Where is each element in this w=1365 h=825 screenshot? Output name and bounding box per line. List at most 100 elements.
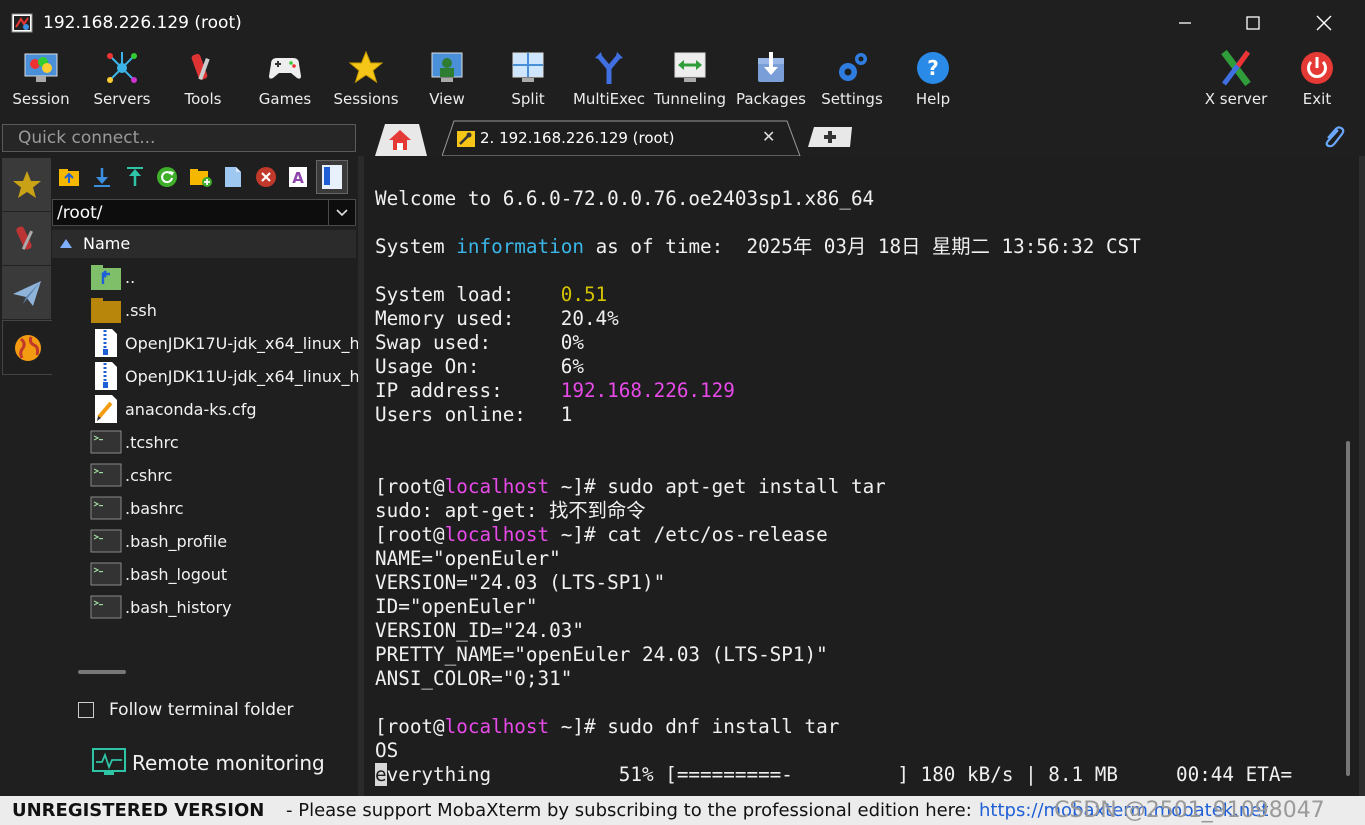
session-tab-close-icon[interactable]: ✕ — [762, 127, 775, 146]
xserver-icon — [1221, 50, 1251, 86]
terminal-line: NAME="openEuler" — [375, 547, 561, 570]
maximize-button[interactable] — [1223, 6, 1283, 40]
terminal-script-icon — [90, 463, 122, 487]
toolbar-xserver-button[interactable]: X server — [1195, 46, 1277, 118]
file-row[interactable]: .cshrc — [90, 459, 358, 491]
terminal-right-gutter — [1359, 156, 1365, 796]
terminal-line: ID="openEuler" — [375, 595, 538, 618]
remote-monitoring-button[interactable]: Remote monitoring — [92, 748, 325, 782]
toolbar-multiexec-button[interactable]: MultiExec — [568, 46, 650, 118]
quick-connect-input[interactable]: Quick connect... — [2, 124, 356, 152]
sidebar-tab-sessions[interactable] — [2, 158, 51, 212]
file-row[interactable]: .ssh — [90, 294, 358, 326]
toolbar-view-button[interactable]: View — [406, 46, 488, 118]
file-row[interactable]: .bash_history — [90, 591, 358, 623]
stat-value: 192.168.226.129 — [560, 379, 735, 402]
toolbar-split-button[interactable]: Split — [487, 46, 569, 118]
toolbar-settings-label: Settings — [821, 90, 883, 108]
session-icon — [24, 53, 58, 82]
delete-icon[interactable] — [255, 166, 277, 188]
new-folder-icon[interactable] — [189, 166, 213, 188]
sidebar-tab-tools[interactable] — [2, 212, 51, 266]
file-row[interactable]: OpenJDK11U-jdk_x64_linux_hot — [90, 360, 358, 392]
toolbar-servers-button[interactable]: Servers — [81, 46, 163, 118]
packages-icon — [758, 52, 784, 82]
name-column-header[interactable]: Name — [52, 230, 356, 258]
terminal-scrollbar[interactable] — [1346, 441, 1350, 776]
horizontal-scrollbar[interactable] — [78, 670, 126, 674]
sidebar-tab-sftp[interactable] — [2, 320, 53, 375]
minimize-button[interactable] — [1155, 6, 1215, 40]
home-tab[interactable] — [367, 122, 427, 156]
chevron-down-icon[interactable] — [328, 200, 355, 225]
toolbar-multiexec-label: MultiExec — [572, 90, 646, 108]
text-file-icon — [95, 395, 117, 423]
terminal-line: Memory used: 20.4% — [375, 307, 619, 331]
terminal-script-icon — [90, 529, 122, 553]
path-combobox[interactable]: /root/ — [52, 199, 356, 226]
new-tab-button[interactable] — [806, 126, 854, 148]
sort-ascending-icon — [60, 239, 72, 248]
download-icon[interactable] — [91, 166, 113, 188]
file-row[interactable]: .bash_logout — [90, 558, 358, 590]
terminal-line: sudo: apt-get: 找不到命令 — [375, 499, 646, 522]
toolbar-help-button[interactable]: ? Help — [892, 46, 974, 118]
upload-icon[interactable] — [124, 166, 146, 188]
settings-icon — [839, 53, 867, 81]
split-icon — [512, 52, 544, 82]
file-name: anaconda-ks.cfg — [125, 400, 257, 419]
file-row[interactable]: .. — [90, 261, 358, 293]
file-row[interactable]: anaconda-ks.cfg — [90, 393, 358, 425]
file-name: .bashrc — [125, 499, 184, 518]
terminal-line: Swap used: 0% — [375, 331, 584, 355]
svg-text:A: A — [292, 169, 304, 187]
games-icon — [269, 58, 301, 79]
checkbox-box[interactable] — [78, 702, 94, 718]
stat-label: System load: — [375, 283, 561, 306]
toolbar-tunneling-label: Tunneling — [654, 90, 726, 108]
toolbar-tools-label: Tools — [184, 90, 222, 108]
stat-value: 1 — [560, 403, 573, 426]
toolbar-sessions-button[interactable]: Sessions — [325, 46, 407, 118]
new-file-icon[interactable] — [223, 166, 243, 188]
parent-folder-icon[interactable] — [58, 166, 80, 188]
prompt-part: ~]# — [549, 523, 608, 546]
session-tab[interactable]: 2. 192.168.226.129 (root) ✕ — [442, 120, 802, 156]
terminal-view[interactable]: Welcome to 6.6.0-72.0.0.76.oe2403sp1.x86… — [364, 156, 1365, 796]
stat-value: 6% — [560, 355, 584, 378]
rename-icon[interactable]: A — [288, 166, 308, 188]
close-window-button[interactable] — [1294, 6, 1354, 40]
toolbar-tunneling-button[interactable]: Tunneling — [649, 46, 731, 118]
file-name: .bash_history — [125, 598, 232, 617]
toolbar-settings-button[interactable]: Settings — [811, 46, 893, 118]
status-bar: UNREGISTERED VERSION - Please support Mo… — [0, 796, 1365, 825]
file-row[interactable]: .bash_profile — [90, 525, 358, 557]
toolbar-session-button[interactable]: Session — [0, 46, 82, 118]
sidebar-tab-macros[interactable] — [2, 266, 51, 320]
prompt-part: [root@ — [375, 715, 445, 738]
file-row[interactable]: .bashrc — [90, 492, 358, 524]
file-row[interactable]: .tcshrc — [90, 426, 358, 458]
toolbar-packages-button[interactable]: Packages — [730, 46, 812, 118]
toolbar-tools-button[interactable]: Tools — [162, 46, 244, 118]
prompt-part: ~]# — [549, 715, 608, 738]
stat-value: 0.51 — [560, 283, 608, 306]
minimize-icon — [1179, 22, 1191, 24]
attach-paperclip-icon[interactable] — [1320, 124, 1346, 150]
window-title: 192.168.226.129 (root) — [43, 13, 242, 33]
stat-label: Swap used: — [375, 331, 561, 354]
toolbar-exit-button[interactable]: Exit — [1276, 46, 1358, 118]
text-span: as of time: 2025年 03月 18日 星期二 13:56:32 C… — [583, 235, 1141, 258]
toggle-view-button[interactable] — [316, 160, 348, 194]
title-bar: 192.168.226.129 (root) — [0, 0, 1365, 46]
file-name: OpenJDK11U-jdk_x64_linux_hot — [125, 367, 358, 386]
toolbar-games-button[interactable]: Games — [244, 46, 326, 118]
refresh-icon[interactable] — [156, 166, 178, 188]
monitor-chart-icon — [92, 748, 126, 775]
file-row[interactable]: OpenJDK17U-jdk_x64_linux_hot — [90, 327, 358, 359]
unregistered-label: UNREGISTERED VERSION — [12, 800, 265, 821]
toolbar-games-label: Games — [258, 90, 312, 108]
star-icon — [12, 170, 41, 198]
terminal-line: Welcome to 6.6.0-72.0.0.76.oe2403sp1.x86… — [375, 187, 875, 210]
terminal-script-icon — [90, 595, 122, 619]
